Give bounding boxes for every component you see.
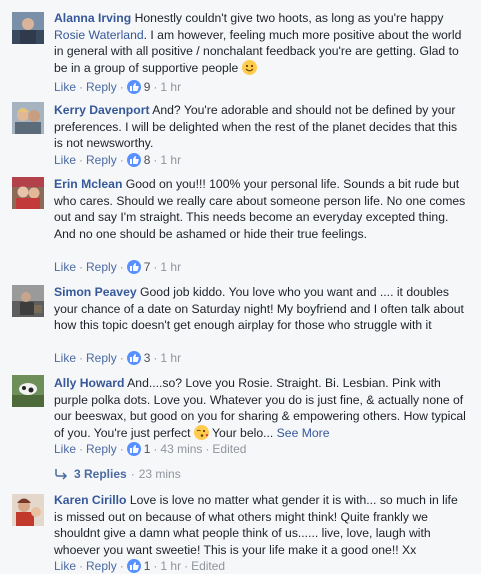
comment-text: Alanna Irving Honestly couldn't give two… xyxy=(54,10,468,76)
comment-actions: Like · Reply · 3 · 1 hr xyxy=(54,351,182,365)
comment-author[interactable]: Ally Howard xyxy=(54,376,124,390)
profile-photo-icon xyxy=(12,375,44,407)
reaction-count[interactable]: 9 xyxy=(144,80,151,94)
reply-link[interactable]: Reply xyxy=(86,80,117,94)
comment-author[interactable]: Alanna Irving xyxy=(54,11,131,25)
comment-actions: Like · Reply · 1 · 1 hr · Edited xyxy=(54,559,226,573)
reaction-count[interactable]: 7 xyxy=(144,260,151,274)
profile-photo-icon xyxy=(12,12,44,44)
avatar[interactable] xyxy=(12,285,44,317)
like-link[interactable]: Like xyxy=(54,80,76,94)
comment-actions: Like · Reply · 9 · 1 hr xyxy=(54,80,182,94)
avatar[interactable] xyxy=(12,494,44,526)
like-link[interactable]: Like xyxy=(54,351,76,365)
see-more-link[interactable]: See More xyxy=(277,426,330,440)
comment-time[interactable]: 43 mins xyxy=(160,442,202,456)
comment-actions: Like · Reply · 7 · 1 hr xyxy=(54,260,182,274)
edited-label[interactable]: Edited xyxy=(212,442,246,456)
comment-text-part: Your belo... xyxy=(212,425,274,440)
reaction-count[interactable]: 1 xyxy=(144,442,151,456)
comment-text: Simon Peavey Good job kiddo. You love wh… xyxy=(54,284,468,334)
like-link[interactable]: Like xyxy=(54,559,76,573)
comment-actions: Like · Reply · 1 · 43 mins · Edited xyxy=(54,442,247,456)
comment-actions: Like · Reply · 8 · 1 hr xyxy=(54,153,182,167)
reply-link[interactable]: Reply xyxy=(86,153,117,167)
reaction-count[interactable]: 8 xyxy=(144,153,151,167)
reply-link[interactable]: Reply xyxy=(86,442,117,456)
thumbs-up-icon[interactable] xyxy=(126,442,141,456)
like-link[interactable]: Like xyxy=(54,153,76,167)
reaction-count[interactable]: 3 xyxy=(144,351,151,365)
profile-photo-icon xyxy=(12,494,44,526)
avatar[interactable] xyxy=(12,102,44,134)
like-link[interactable]: Like xyxy=(54,442,76,456)
profile-photo-icon xyxy=(12,102,44,134)
comment-text: Ally Howard And....so? Love you Rosie. S… xyxy=(54,375,468,441)
comment-text: Erin Mclean Good on you!!! 100% your per… xyxy=(54,176,468,242)
profile-photo-icon xyxy=(12,285,44,317)
edited-label[interactable]: Edited xyxy=(191,559,225,573)
avatar[interactable] xyxy=(12,375,44,407)
replies-link[interactable]: 3 Replies xyxy=(74,467,127,481)
thumbs-up-icon[interactable] xyxy=(126,351,141,365)
thumbs-up-icon[interactable] xyxy=(126,260,141,274)
mention-link[interactable]: Rosie Waterland xyxy=(54,28,144,42)
reply-link[interactable]: Reply xyxy=(86,351,117,365)
comment-text: Kerry Davenport And? You're adorable and… xyxy=(54,102,468,152)
view-replies[interactable]: 3 Replies · 23 mins xyxy=(54,466,181,484)
like-link[interactable]: Like xyxy=(54,260,76,274)
avatar[interactable] xyxy=(12,177,44,209)
reply-link[interactable]: Reply xyxy=(86,559,117,573)
comment-author[interactable]: Erin Mclean xyxy=(54,177,122,191)
reply-arrow-icon xyxy=(54,468,68,484)
comment-author[interactable]: Simon Peavey xyxy=(54,285,137,299)
comment-time[interactable]: 1 hr xyxy=(160,153,181,167)
comment-author[interactable]: Karen Cirillo xyxy=(54,493,126,507)
reply-link[interactable]: Reply xyxy=(86,260,117,274)
replies-time: 23 mins xyxy=(138,467,181,481)
comment-time[interactable]: 1 hr xyxy=(160,351,181,365)
thumbs-up-icon[interactable] xyxy=(126,559,141,573)
profile-photo-icon xyxy=(12,177,44,209)
kiss-emoji-icon xyxy=(193,424,209,440)
comment-time[interactable]: 1 hr xyxy=(160,80,181,94)
avatar[interactable] xyxy=(12,12,44,44)
comment-time[interactable]: 1 hr xyxy=(160,260,181,274)
comment-time[interactable]: 1 hr xyxy=(160,559,181,573)
comment-author[interactable]: Kerry Davenport xyxy=(54,103,150,117)
thumbs-up-icon[interactable] xyxy=(126,153,141,167)
reaction-count[interactable]: 1 xyxy=(144,559,151,573)
comment-text-part: Honestly couldn't give two hoots, as lon… xyxy=(134,11,444,25)
thumbs-up-icon[interactable] xyxy=(126,80,141,94)
smile-emoji-icon xyxy=(241,59,257,75)
comment-text: Karen Cirillo Love is love no matter wha… xyxy=(54,492,468,558)
